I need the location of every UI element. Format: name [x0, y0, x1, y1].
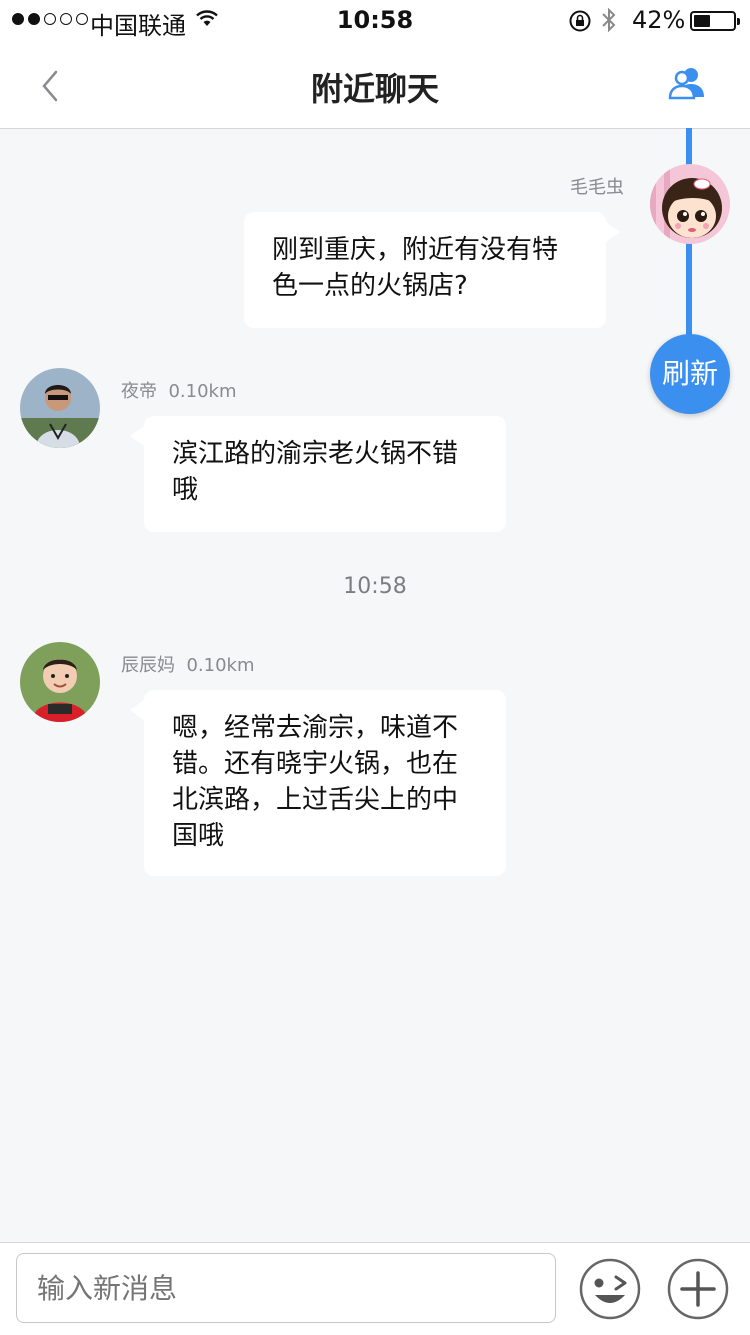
page-title: 附近聊天 — [310, 70, 439, 108]
sender-info: 夜帝 0.10km — [121, 377, 237, 403]
add-attachment-icon[interactable] — [666, 1257, 730, 1321]
avatar[interactable] — [20, 368, 100, 448]
message-text: 嗯，经常去渝宗，味道不错。还有晓宇火锅，也在北滨路，上过舌尖上的中国哦 — [172, 713, 459, 851]
sender-name: 夜帝 — [121, 381, 157, 402]
message-bubble[interactable]: 刚到重庆，附近有没有特色一点的火锅店? — [244, 212, 620, 328]
battery-percent: 42% — [632, 6, 686, 34]
battery-icon — [690, 11, 740, 31]
rotation-lock-icon — [569, 10, 591, 32]
message-input[interactable] — [16, 1253, 556, 1323]
refresh-button[interactable]: 刷新 — [650, 334, 730, 414]
sender-distance: 0.10km — [186, 655, 255, 676]
bluetooth-icon — [602, 7, 616, 33]
sender-distance: 0.10km — [168, 381, 237, 402]
avatar[interactable] — [20, 642, 100, 722]
message-text: 滨江路的渝宗老火锅不错哦 — [172, 439, 459, 505]
message-text: 刚到重庆，附近有没有特色一点的火锅店? — [272, 235, 559, 301]
sender-name: 毛毛虫 — [570, 177, 624, 198]
avatar[interactable] — [650, 164, 730, 244]
users-icon[interactable] — [666, 64, 710, 104]
sender-info: 辰辰妈 0.10km — [121, 651, 255, 677]
nav-bar: 附近聊天 — [0, 42, 750, 129]
message-bubble[interactable]: 嗯，经常去渝宗，味道不错。还有晓宇火锅，也在北滨路，上过舌尖上的中国哦 — [130, 690, 506, 876]
message-input-bar — [0, 1242, 750, 1335]
message-bubble[interactable]: 滨江路的渝宗老火锅不错哦 — [130, 416, 506, 532]
emoji-icon[interactable] — [578, 1257, 642, 1321]
chat-timestamp: 10:58 — [343, 574, 407, 599]
status-bar: 中国联通 10:58 42% — [0, 0, 750, 42]
sender-name: 辰辰妈 — [121, 655, 175, 676]
